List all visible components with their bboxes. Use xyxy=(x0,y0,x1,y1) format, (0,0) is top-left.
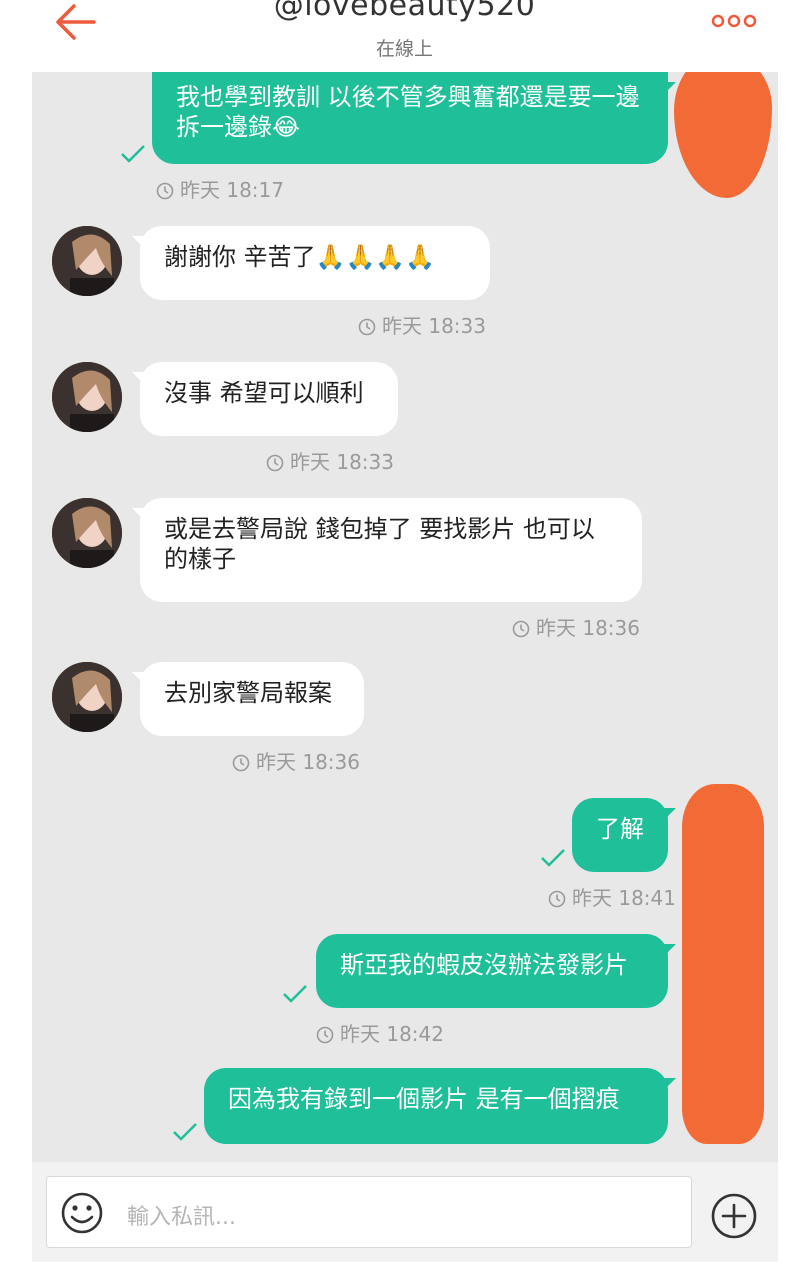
clock-icon xyxy=(548,890,566,908)
screen-edge-right xyxy=(778,0,809,1279)
message-time: 昨天 18:41 xyxy=(548,882,676,911)
message-time: 昨天 18:36 xyxy=(512,612,640,641)
message-bubble-outgoing[interactable]: 斯亞我的蝦皮沒辦法發影片 xyxy=(316,934,676,1008)
message-bubble-outgoing[interactable]: 了解 xyxy=(572,798,676,872)
message-text: 謝謝你 辛苦了🙏🙏🙏🙏 xyxy=(164,243,436,271)
message-composer: 輸入私訊... xyxy=(32,1162,778,1262)
contact-avatar[interactable] xyxy=(52,498,122,568)
message-text: 沒事 希望可以順利 xyxy=(164,379,364,407)
screen-edge-left xyxy=(0,0,32,1279)
message-time: 昨天 18:33 xyxy=(358,310,486,339)
message-time-text: 昨天 18:36 xyxy=(256,750,360,774)
chat-title: @lovebeauty520 xyxy=(273,0,536,23)
message-text: 了解 xyxy=(596,815,644,843)
message-text: 我也學到教訓 以後不管多興奮都還是要一邊拆一邊錄😂 xyxy=(176,83,640,141)
sent-check-icon xyxy=(121,145,145,163)
sent-check-icon xyxy=(283,985,307,1003)
message-bubble-outgoing[interactable]: 我也學到教訓 以後不管多興奮都還是要一邊拆一邊錄😂 xyxy=(152,72,676,164)
message-input[interactable]: 輸入私訊... xyxy=(46,1176,692,1248)
message-time-text: 昨天 18:17 xyxy=(180,178,284,202)
clock-icon xyxy=(316,1026,334,1044)
contact-avatar[interactable] xyxy=(52,362,122,432)
clock-icon xyxy=(358,318,376,336)
message-time: 昨天 18:33 xyxy=(266,446,394,475)
message-text: 去別家警局報案 xyxy=(164,679,332,707)
plus-circle-icon[interactable] xyxy=(710,1192,758,1240)
message-time-text: 昨天 18:33 xyxy=(290,450,394,474)
message-list[interactable]: 我也學到教訓 以後不管多興奮都還是要一邊拆一邊錄😂 昨天 18:17 謝謝你 辛… xyxy=(32,72,778,1162)
message-bubble-incoming[interactable]: 沒事 希望可以順利 xyxy=(132,362,398,436)
message-time: 昨天 18:36 xyxy=(232,746,360,775)
online-status: 在線上 xyxy=(375,38,433,60)
chat-header: @lovebeauty520 在線上 xyxy=(0,0,809,72)
message-time: 昨天 18:42 xyxy=(316,1018,444,1047)
clock-icon xyxy=(266,454,284,472)
redaction-mark xyxy=(674,72,772,198)
message-bubble-incoming[interactable]: 或是去警局說 錢包掉了 要找影片 也可以的樣子 xyxy=(132,498,642,602)
contact-avatar[interactable] xyxy=(52,662,122,732)
message-time: 昨天 18:17 xyxy=(156,174,284,203)
message-time-text: 昨天 18:33 xyxy=(382,314,486,338)
contact-avatar[interactable] xyxy=(52,226,122,296)
message-time-text: 昨天 18:41 xyxy=(572,886,676,910)
clock-icon xyxy=(156,182,174,200)
message-bubble-incoming[interactable]: 謝謝你 辛苦了🙏🙏🙏🙏 xyxy=(132,226,490,300)
sent-check-icon xyxy=(173,1123,197,1141)
redaction-mark xyxy=(682,784,764,1144)
more-dots-icon[interactable] xyxy=(710,12,758,30)
message-input-placeholder: 輸入私訊... xyxy=(127,1205,236,1230)
clock-icon xyxy=(512,620,530,638)
message-text: 或是去警局說 錢包掉了 要找影片 也可以的樣子 xyxy=(164,515,595,573)
message-bubble-outgoing[interactable]: 因為我有錄到一個影片 是有一個摺痕 xyxy=(204,1068,676,1144)
clock-icon xyxy=(232,754,250,772)
smiley-icon[interactable] xyxy=(60,1191,104,1235)
message-text: 因為我有錄到一個影片 是有一個摺痕 xyxy=(228,1085,620,1113)
message-time-text: 昨天 18:42 xyxy=(340,1022,444,1046)
message-bubble-incoming[interactable]: 去別家警局報案 xyxy=(132,662,364,736)
sent-check-icon xyxy=(541,849,565,867)
message-text: 斯亞我的蝦皮沒辦法發影片 xyxy=(340,951,628,979)
message-time-text: 昨天 18:36 xyxy=(536,616,640,640)
